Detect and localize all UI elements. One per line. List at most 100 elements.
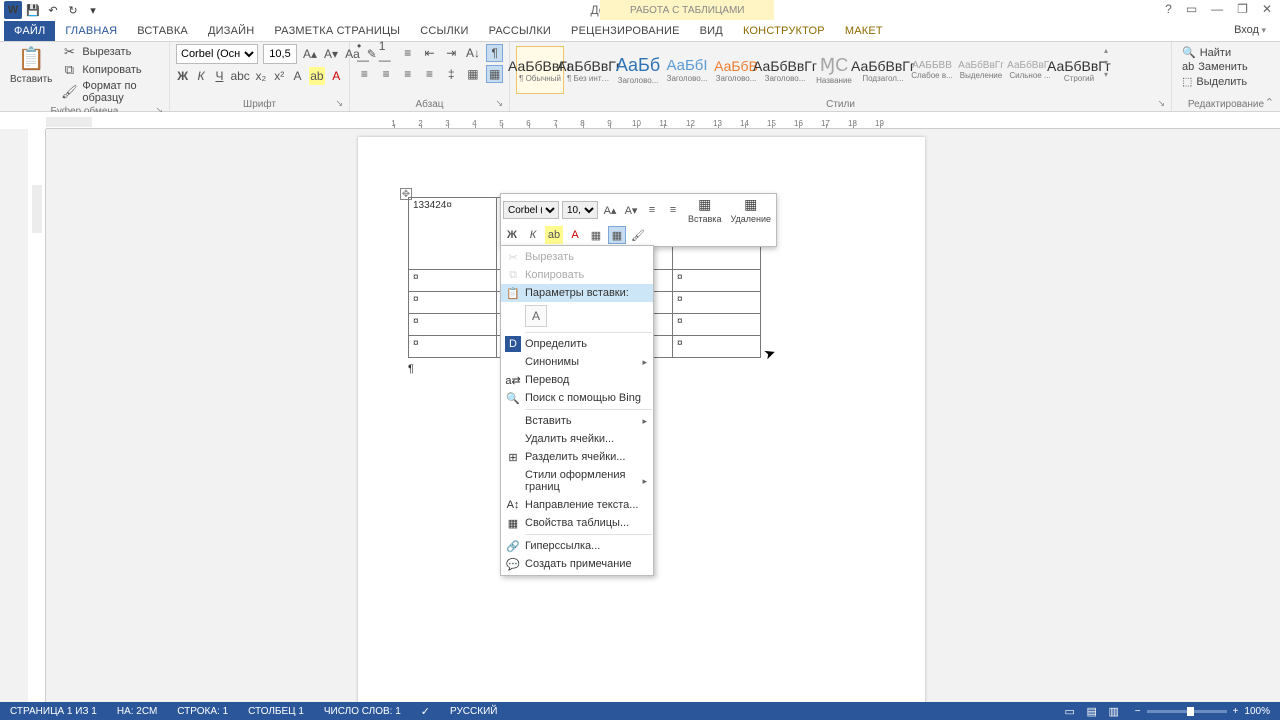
ctx-hyperlink[interactable]: 🔗Гиперссылка...: [501, 537, 653, 555]
align-right-button[interactable]: ≡: [399, 65, 416, 83]
text-effects-button[interactable]: A: [291, 67, 304, 85]
ctx-define[interactable]: DОпределить: [501, 335, 653, 353]
multilevel-button[interactable]: ≡: [399, 44, 416, 62]
ctx-cut[interactable]: ✂Вырезать: [501, 248, 653, 266]
borders-button[interactable]: ▦: [486, 65, 503, 83]
status-position[interactable]: НА: 2СМ: [107, 706, 167, 717]
zoom-in-button[interactable]: +: [1233, 706, 1239, 717]
superscript-button[interactable]: x²: [273, 67, 286, 85]
minimize-button[interactable]: —: [1211, 2, 1223, 16]
tab-layout[interactable]: РАЗМЕТКА СТРАНИЦЫ: [264, 21, 410, 41]
font-size-input[interactable]: [263, 44, 297, 64]
mini-delete-button[interactable]: ▦Удаление: [727, 196, 774, 224]
mini-shading[interactable]: ▦: [587, 226, 605, 244]
qa-more-icon[interactable]: ▾: [84, 1, 102, 19]
status-language[interactable]: РУССКИЙ: [440, 706, 507, 717]
line-spacing-button[interactable]: ‡: [443, 65, 460, 83]
align-center-button[interactable]: ≡: [378, 65, 395, 83]
mini-highlight[interactable]: ab: [545, 226, 563, 244]
cut-button[interactable]: ✂Вырезать: [61, 44, 163, 60]
copy-button[interactable]: ⧉Копировать: [61, 62, 163, 78]
mini-font-color[interactable]: A: [566, 226, 584, 244]
ctx-split-cells[interactable]: ⊞Разделить ячейки...: [501, 448, 653, 466]
restore-button[interactable]: ❐: [1237, 2, 1248, 16]
tab-home[interactable]: ГЛАВНАЯ: [55, 21, 127, 41]
tab-mailings[interactable]: РАССЫЛКИ: [479, 21, 561, 41]
tab-table-design[interactable]: КОНСТРУКТОР: [733, 21, 835, 41]
font-launcher[interactable]: ↘: [335, 98, 343, 109]
replace-button[interactable]: abЗаменить: [1182, 61, 1270, 73]
mini-font-select[interactable]: Corbel (О: [503, 201, 559, 219]
sign-in-link[interactable]: Вход: [1234, 24, 1266, 36]
tab-table-layout[interactable]: МАКЕТ: [835, 21, 893, 41]
save-icon[interactable]: 💾: [24, 1, 42, 19]
ctx-text-direction[interactable]: A↕Направление текста...: [501, 496, 653, 514]
horizontal-ruler[interactable]: 12345678910111213141516171819: [46, 112, 1280, 129]
web-layout-icon[interactable]: ▥: [1103, 702, 1125, 720]
find-button[interactable]: 🔍Найти: [1182, 46, 1270, 59]
ctx-translate[interactable]: a⇄Перевод: [501, 371, 653, 389]
style-item[interactable]: АаБбВвГгЗаголово...: [761, 46, 809, 94]
style-item[interactable]: АаБбЗаголово...: [614, 46, 662, 94]
read-mode-icon[interactable]: ▭: [1059, 702, 1081, 720]
tab-file[interactable]: ФАЙЛ: [4, 21, 55, 41]
status-words[interactable]: ЧИСЛО СЛОВ: 1: [314, 706, 411, 717]
status-line[interactable]: СТРОКА: 1: [167, 706, 238, 717]
style-item[interactable]: ААББВВСлабое в...: [908, 46, 956, 94]
mini-bold[interactable]: Ж: [503, 226, 521, 244]
align-left-button[interactable]: ≡: [356, 65, 373, 83]
ctx-copy[interactable]: ⧉Копировать: [501, 266, 653, 284]
mini-borders[interactable]: ▦: [608, 226, 626, 244]
ctx-synonyms[interactable]: Синонимы▸: [501, 353, 653, 371]
tab-design[interactable]: ДИЗАЙН: [198, 21, 264, 41]
tab-view[interactable]: ВИД: [690, 21, 733, 41]
status-page[interactable]: СТРАНИЦА 1 ИЗ 1: [0, 706, 107, 717]
styles-gallery[interactable]: АаБбВвГг¶ ОбычныйАаБбВвГг¶ Без инте...Аа…: [516, 44, 1165, 94]
format-painter-button[interactable]: 🖌Формат по образцу: [61, 80, 163, 104]
undo-icon[interactable]: ↶: [44, 1, 62, 19]
collapse-ribbon-icon[interactable]: ⌃: [1265, 96, 1274, 109]
styles-launcher[interactable]: ↘: [1157, 98, 1165, 109]
mini-size-select[interactable]: 10,5: [562, 201, 598, 219]
select-button[interactable]: ⬚Выделить: [1182, 75, 1270, 88]
mini-bullets-icon[interactable]: ≡: [643, 201, 661, 219]
tab-references[interactable]: ССЫЛКИ: [410, 21, 478, 41]
zoom-slider[interactable]: [1147, 710, 1227, 713]
mini-grow-icon[interactable]: A▴: [601, 201, 619, 219]
zoom-level[interactable]: 100%: [1244, 706, 1270, 717]
italic-button[interactable]: К: [194, 67, 207, 85]
tab-insert[interactable]: ВСТАВКА: [127, 21, 198, 41]
bold-button[interactable]: Ж: [176, 67, 189, 85]
shading-button[interactable]: ▦: [465, 65, 482, 83]
ctx-delete-cells[interactable]: Удалить ячейки...: [501, 430, 653, 448]
show-marks-button[interactable]: ¶: [486, 44, 503, 62]
numbering-button[interactable]: 1—: [378, 44, 395, 62]
underline-button[interactable]: Ч: [213, 67, 226, 85]
style-item[interactable]: АаБбВвГгВыделение: [957, 46, 1005, 94]
ctx-border-styles[interactable]: Стили оформления границ▸: [501, 466, 653, 496]
ribbon-options-button[interactable]: ▭: [1186, 2, 1197, 16]
font-color-button[interactable]: A: [330, 67, 343, 85]
style-item[interactable]: АаБбВвГг¶ Без инте...: [565, 46, 613, 94]
shrink-font-icon[interactable]: A▾: [323, 45, 339, 63]
close-button[interactable]: ✕: [1262, 2, 1272, 16]
vertical-ruler[interactable]: [28, 129, 46, 702]
zoom-out-button[interactable]: −: [1135, 706, 1141, 717]
mini-insert-button[interactable]: ▦Вставка: [685, 196, 724, 224]
styles-more-button[interactable]: ▴▾▾: [1104, 46, 1118, 79]
tab-review[interactable]: РЕЦЕНЗИРОВАНИЕ: [561, 21, 690, 41]
strike-button[interactable]: abc: [231, 67, 249, 85]
redo-icon[interactable]: ↻: [64, 1, 82, 19]
increase-indent-button[interactable]: ⇥: [443, 44, 460, 62]
style-item[interactable]: АаБбВвГгСтрогий: [1055, 46, 1103, 94]
subscript-button[interactable]: x₂: [254, 67, 267, 85]
print-layout-icon[interactable]: ▤: [1081, 702, 1103, 720]
mini-painter[interactable]: 🖌: [629, 226, 647, 244]
grow-font-icon[interactable]: A▴: [302, 45, 318, 63]
style-item[interactable]: АаБбВвГгПодзагол...: [859, 46, 907, 94]
ctx-comment[interactable]: 💬Создать примечание: [501, 555, 653, 573]
ctx-table-properties[interactable]: ▦Свойства таблицы...: [501, 514, 653, 532]
style-item[interactable]: АаБбIЗаголово...: [663, 46, 711, 94]
ctx-insert[interactable]: Вставить▸: [501, 412, 653, 430]
mini-italic[interactable]: К: [524, 226, 542, 244]
